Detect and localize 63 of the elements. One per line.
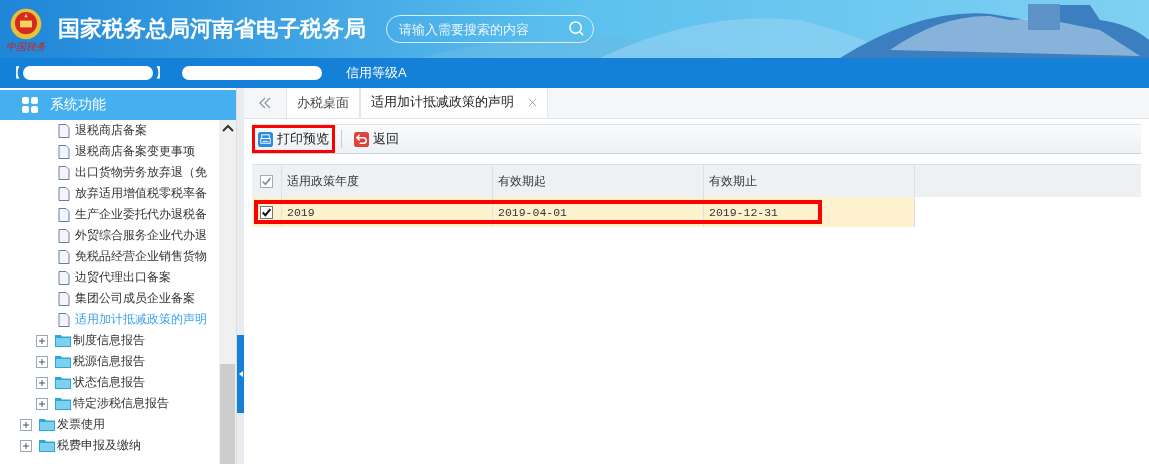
bracket: 【 bbox=[8, 64, 21, 82]
folder-icon bbox=[55, 355, 71, 368]
select-all-checkbox[interactable] bbox=[260, 174, 273, 188]
tree-item[interactable]: 税源信息报告 bbox=[73, 353, 145, 370]
toolbar-button[interactable]: 返回 bbox=[348, 125, 405, 153]
tree-item[interactable]: 免税品经营企业销售货物 bbox=[75, 248, 207, 265]
expand-icon[interactable] bbox=[20, 418, 32, 431]
collapse-handle[interactable] bbox=[237, 335, 244, 413]
tree-item[interactable]: 集团公司成员企业备案 bbox=[75, 290, 195, 307]
document-icon bbox=[58, 165, 70, 180]
table-cell: 2019 bbox=[282, 197, 493, 227]
scroll-thumb[interactable] bbox=[220, 364, 235, 464]
tree-item[interactable]: 生产企业委托代办退税备 bbox=[75, 206, 207, 223]
folder-icon bbox=[39, 418, 55, 431]
tree-item[interactable]: 退税商店备案变更事项 bbox=[75, 143, 195, 160]
logo-caption: 中国税务 bbox=[6, 40, 46, 52]
expand-icon[interactable] bbox=[36, 355, 48, 368]
document-icon bbox=[58, 270, 70, 285]
table-cell: 2019-12-31 bbox=[704, 197, 915, 227]
document-icon bbox=[58, 249, 70, 264]
expand-icon[interactable] bbox=[36, 397, 48, 410]
tree-item[interactable]: 税费申报及缴纳 bbox=[57, 437, 141, 454]
row-checkbox[interactable] bbox=[260, 205, 273, 219]
document-icon bbox=[58, 228, 70, 243]
folder-icon bbox=[55, 334, 71, 347]
expand-icon[interactable] bbox=[36, 334, 48, 347]
tab[interactable]: 适用加计抵减政策的声明 bbox=[360, 88, 548, 118]
tree-item[interactable]: 外贸综合服务企业代办退 bbox=[75, 227, 207, 244]
credit-rating: 信用等级A bbox=[346, 64, 407, 82]
tree-item[interactable]: 状态信息报告 bbox=[73, 374, 145, 391]
table-cell: 2019-04-01 bbox=[493, 197, 704, 227]
grid-icon bbox=[22, 97, 38, 113]
close-icon[interactable] bbox=[528, 98, 537, 107]
tree-item[interactable]: 退税商店备案 bbox=[75, 122, 147, 139]
tree-item[interactable]: 制度信息报告 bbox=[73, 332, 145, 349]
document-icon bbox=[58, 291, 70, 306]
bracket: 】 bbox=[155, 64, 168, 82]
return-icon bbox=[354, 131, 369, 147]
double-chevron-icon bbox=[258, 97, 272, 109]
toolbar-button[interactable]: 打印预览 bbox=[252, 125, 335, 153]
tree-item[interactable]: 特定涉税信息报告 bbox=[73, 395, 169, 412]
scrollbar[interactable] bbox=[219, 120, 236, 464]
folder-icon bbox=[55, 376, 71, 389]
scroll-up-icon[interactable] bbox=[221, 124, 234, 132]
expand-icon[interactable] bbox=[36, 376, 48, 389]
folder-icon bbox=[39, 439, 55, 452]
document-icon bbox=[58, 123, 70, 138]
search-field[interactable]: 请输入需要搜索的内容 bbox=[386, 15, 594, 43]
tab[interactable]: 办税桌面 bbox=[286, 88, 360, 118]
tree-item[interactable]: 出口货物劳务放弃退（免 bbox=[75, 164, 207, 181]
document-icon bbox=[58, 144, 70, 159]
emblem-icon bbox=[9, 6, 43, 41]
document-icon bbox=[58, 207, 70, 222]
tree-item[interactable]: 边贸代理出口备案 bbox=[75, 269, 171, 286]
document-icon bbox=[58, 186, 70, 201]
document-icon bbox=[58, 312, 70, 327]
search-icon[interactable] bbox=[568, 20, 585, 37]
tree-item[interactable]: 发票使用 bbox=[57, 416, 105, 433]
printer-icon bbox=[258, 131, 273, 147]
site-title: 国家税务总局河南省电子税务局 bbox=[58, 15, 366, 43]
folder-icon bbox=[55, 397, 71, 410]
tree-item[interactable]: 放弃适用增值税零税率备 bbox=[75, 185, 207, 202]
expand-icon[interactable] bbox=[20, 439, 32, 452]
